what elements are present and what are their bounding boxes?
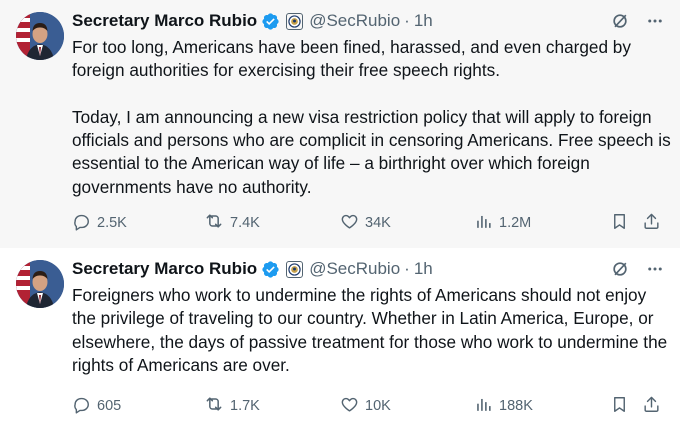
reply-count: 605 [97,398,122,414]
tweet-header: Secretary Marco Rubio @SecRubio · 1h [72,9,664,33]
reply-icon [72,395,91,418]
reply-button[interactable]: 605 [72,395,121,417]
timestamp[interactable]: 1h [414,259,433,279]
tweet-paragraph: Foreigners who work to undermine the rig… [72,285,668,375]
action-bar: 605 1.7K 10K 188K [72,395,666,417]
timestamp[interactable]: 1h [414,11,433,31]
repost-button[interactable]: 7.4K [204,212,260,234]
bookmark-button[interactable] [610,395,629,417]
reply-button[interactable]: 2.5K [72,212,127,234]
tweet-text: For too long, Americans have been fined,… [72,36,672,199]
bookmark-icon [610,395,629,418]
repost-button[interactable]: 1.7K [204,395,260,417]
reply-count: 2.5K [97,215,127,231]
avatar[interactable] [16,12,64,60]
heart-icon [340,395,359,418]
grok-icon[interactable] [610,259,630,284]
reply-icon [72,212,91,235]
tweet[interactable]: Secretary Marco Rubio @SecRubio · 1h For… [0,0,680,248]
separator-dot: · [404,11,410,30]
bookmark-button[interactable] [610,212,629,234]
bookmark-icon [610,212,629,235]
like-count: 10K [365,398,391,414]
views-icon [474,212,493,235]
view-count: 1.2M [499,215,532,231]
author-name[interactable]: Secretary Marco Rubio [72,11,257,31]
author-name[interactable]: Secretary Marco Rubio [72,259,257,279]
repost-count: 7.4K [230,215,260,231]
views-button[interactable]: 1.2M [474,212,531,234]
tweet-header: Secretary Marco Rubio @SecRubio · 1h [72,257,664,281]
action-bar: 2.5K 7.4K 34K 1.2M [72,212,666,234]
repost-icon [204,394,224,418]
tweet-paragraph: For too long, Americans have been fined,… [72,37,631,81]
tweet[interactable]: Secretary Marco Rubio @SecRubio · 1h For… [0,248,680,433]
more-icon[interactable] [646,12,664,35]
like-button[interactable]: 34K [340,212,391,234]
views-button[interactable]: 188K [474,395,533,417]
repost-count: 1.7K [230,398,260,414]
header-actions [610,11,664,36]
share-button[interactable] [642,395,661,417]
author-handle[interactable]: @SecRubio [309,259,400,279]
tweet-paragraph: Today, I am announcing a new visa restri… [72,106,671,197]
state-department-seal-icon[interactable] [286,12,304,30]
view-count: 188K [499,398,533,414]
separator-dot: · [404,259,410,278]
like-button[interactable]: 10K [340,395,391,417]
more-icon[interactable] [646,260,664,283]
repost-icon [204,211,224,235]
like-count: 34K [365,215,391,231]
avatar[interactable] [16,260,64,308]
share-button[interactable] [642,212,661,234]
views-icon [474,395,493,418]
verified-badge-icon[interactable] [261,12,280,31]
header-actions [610,259,664,284]
verified-badge-icon[interactable] [261,260,280,279]
share-icon [642,395,661,418]
heart-icon [340,212,359,235]
grok-icon[interactable] [610,11,630,36]
tweet-text: Foreigners who work to undermine the rig… [72,284,672,377]
state-department-seal-icon[interactable] [286,260,304,278]
share-icon [642,212,661,235]
author-handle[interactable]: @SecRubio [309,11,400,31]
